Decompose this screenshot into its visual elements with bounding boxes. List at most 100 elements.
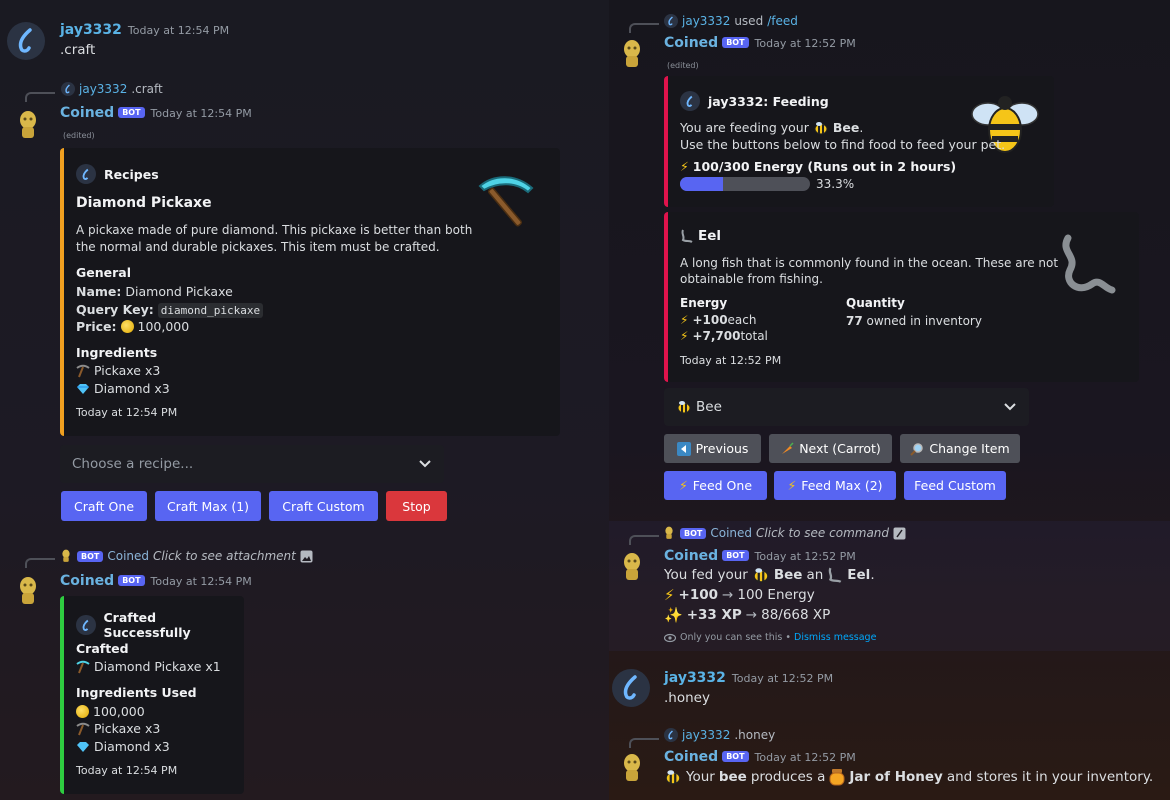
change-item-label: Change Item [929,441,1010,456]
craft-custom-button[interactable]: Craft Custom [269,491,378,521]
embed-title: Diamond Pickaxe [76,195,212,211]
reply-preview[interactable]: jay3332 used /feed [664,14,798,28]
stop-button[interactable]: Stop [386,491,447,521]
user-avatar[interactable] [7,22,45,60]
reply-connector [25,558,55,568]
reply-author[interactable]: Coined [107,549,149,563]
feed-max-button[interactable]: ⚡ Feed Max (2) [774,471,896,500]
fed-pet: Bee [773,567,803,583]
message-author[interactable]: Coined [664,35,718,51]
user-avatar-icon [623,675,637,700]
bot-avatar[interactable] [13,108,43,142]
eel-icon [681,229,693,243]
ephemeral-text: Only you can see this [680,632,783,643]
field-quantity-title: Quantity [846,296,905,310]
energy-total-value: +7,700 [692,329,741,343]
reply-author[interactable]: jay3332 [79,82,127,96]
next-button[interactable]: Next (Carrot) [769,434,892,463]
feeding-line1: You are feeding your Bee. [680,120,863,135]
reply-preview[interactable]: BOT Coined Click to see attachment [61,549,313,563]
message-author[interactable]: Coined [60,573,114,589]
recipe-select-placeholder: Choose a recipe... [72,456,194,472]
reply-bot-badge: BOT [77,550,104,562]
message-author[interactable]: jay3332 [60,22,122,38]
lightning-icon: ⚡ [680,159,689,174]
reply-text: Click to see command [756,526,890,540]
reply-author[interactable]: jay3332 [682,14,730,28]
energy-progress-label: 33.3% [816,177,855,191]
edited-label: (edited) [667,61,699,70]
bee-icon [753,568,769,583]
previous-label: Previous [695,441,749,456]
fed-prefix: You fed your [664,567,748,583]
bot-avatar[interactable] [617,37,647,71]
message-author[interactable]: Coined [60,105,114,121]
craft-max-button[interactable]: Craft Max (1) [155,491,261,521]
name-value: Diamond Pickaxe [121,284,233,299]
feeding-pet: Bee [832,120,860,135]
diamond-icon [77,383,89,394]
message-author[interactable]: jay3332 [664,670,726,686]
feed-custom-button[interactable]: Feed Custom [904,471,1006,500]
left-chat-pane: jay3332 Today at 12:54 PM .craft jay3332 … [0,0,609,800]
previous-button[interactable]: Previous [664,434,761,463]
embed-author-name: Crafted Successfully [103,610,191,640]
reply-author[interactable]: jay3332 [682,728,730,742]
crafted-row: Diamond Pickaxe x1 [76,659,221,674]
bot-badge: BOT [722,751,749,762]
reply-author[interactable]: Coined [710,526,752,540]
message-author[interactable]: Coined [664,548,718,564]
recipe-embed: Recipes Diamond Pickaxe A pickaxe made o… [60,148,560,436]
message-author[interactable]: Coined [664,749,718,765]
bot-badge: BOT [118,107,145,118]
used-coins: 100,000 [93,704,145,719]
honey-jar-icon [829,769,845,786]
reply-text: .honey [734,728,776,742]
eel-title: Eel [698,228,722,244]
right-chat-pane: jay3332 used /feed Coined BOT Today at 12:… [609,0,1170,800]
user-avatar-icon [18,28,32,53]
energy-gain-line: ⚡ +100 → 100 Energy [664,586,815,604]
reply-command[interactable]: /feed [767,14,798,28]
lightning-icon: ⚡ [680,313,689,327]
dismiss-link[interactable]: Dismiss message [794,632,876,643]
reply-preview[interactable]: jay3332 .craft [61,82,163,96]
feeding-period: . [859,120,864,135]
reply-preview[interactable]: BOT Coined Click to see command [664,526,906,540]
energy-text: 100/300 Energy (Runs out [692,159,876,174]
embed-footer: Today at 12:54 PM [76,764,178,777]
recipe-select[interactable]: Choose a recipe... [60,445,444,483]
embed-author-icon [76,615,96,635]
eel-icon [828,567,842,583]
bot-avatar[interactable] [617,550,647,584]
change-item-button[interactable]: Change Item [900,434,1020,463]
feed-one-button[interactable]: ⚡ Feed One [664,471,767,500]
bot-avatar-icon [20,577,36,604]
energy-in: in 2 hours [879,159,951,174]
reply-used: used [734,14,764,28]
pet-select-value: Bee [676,399,722,415]
message-timestamp: Today at 12:52 PM [754,37,856,50]
craft-one-button[interactable]: Craft One [61,491,147,521]
bot-avatar[interactable] [13,574,43,608]
reply-bot-badge: BOT [680,527,707,539]
embed-author-name: jay3332: Feeding [708,93,829,109]
energy-progress-row: 33.3% [680,177,854,191]
ingredient-2: Diamond x3 [94,381,170,396]
reply-text: .craft [131,82,163,96]
command-icon [893,527,906,539]
embed-author-icon [76,164,96,184]
reply-text: Click to see attachment [153,549,296,563]
diamond-icon [77,741,89,752]
reply-bot-avatar-icon [62,549,70,562]
pet-select[interactable]: Bee [664,388,1029,426]
embed-accent-bar [60,148,64,436]
used-row: Pickaxe x3 [76,721,160,736]
bot-avatar[interactable] [617,751,647,785]
user-avatar[interactable] [612,669,650,707]
coin-icon [76,705,89,718]
reply-preview[interactable]: jay3332 .honey [664,728,775,742]
energy-total-row: ⚡ +7,700 total [680,329,768,343]
coin-icon [120,320,134,333]
xp-gain-line: ✨ +33 XP → 88/668 XP [664,606,830,624]
